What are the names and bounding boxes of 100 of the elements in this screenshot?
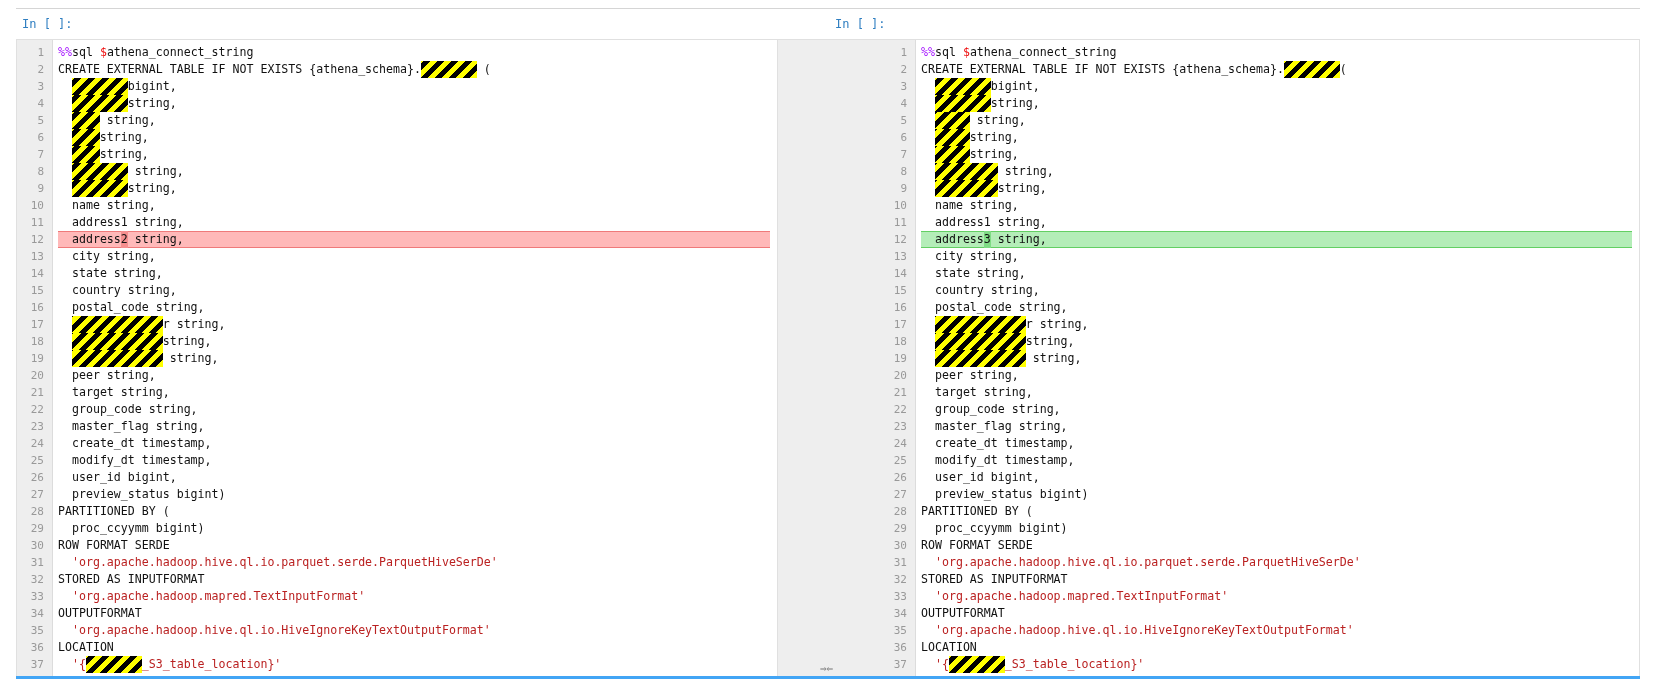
- code-text: string,: [99, 129, 149, 146]
- code-text: _S3_table_location}': [1004, 656, 1145, 673]
- code-text: address1 string,: [70, 214, 184, 231]
- code-text: preview_status bigint): [933, 486, 1089, 503]
- line-number: 28: [29, 504, 45, 520]
- line-number: 34: [29, 606, 45, 622]
- redaction-mark: [71, 78, 128, 95]
- line-number: 12: [892, 232, 908, 248]
- changed-character: 3: [983, 231, 991, 248]
- line-number: 19: [29, 351, 45, 367]
- code-text: peer string,: [933, 367, 1019, 384]
- code-text: country string,: [933, 282, 1040, 299]
- line-number: 15: [29, 283, 45, 299]
- code-text: modify_dt timestamp,: [933, 452, 1075, 469]
- code-text: bigint,: [127, 78, 177, 95]
- line-number: 1: [36, 45, 45, 61]
- code-text: (: [1339, 61, 1347, 78]
- code-text: city string,: [933, 248, 1019, 265]
- code-text: STORED AS INPUTFORMAT: [58, 571, 205, 588]
- line-number: 26: [29, 470, 45, 486]
- code-text: address1 string,: [933, 214, 1047, 231]
- code-text: user_id bigint,: [70, 469, 177, 486]
- line-number: 3: [36, 79, 45, 95]
- code-text: ROW FORMAT SERDE: [921, 537, 1033, 554]
- line-number: 2: [36, 62, 45, 78]
- code-text: string,: [162, 333, 212, 350]
- code-text: preview_status bigint): [70, 486, 226, 503]
- code-text: peer string,: [70, 367, 156, 384]
- code-text: 'org.apache.hadoop.hive.ql.io.parquet.serde.ParquetHiveSerDe': [70, 554, 498, 571]
- code-text: string,: [127, 95, 177, 112]
- line-number: 32: [29, 572, 45, 588]
- code-text: proc_ccyymm bigint): [70, 520, 205, 537]
- code-text: address: [70, 231, 121, 248]
- redaction-mark: [948, 656, 1005, 673]
- line-number: 10: [29, 198, 45, 214]
- redaction-mark: [1283, 61, 1340, 78]
- code-editor[interactable]: [875, 40, 1640, 676]
- line-number: 30: [29, 538, 45, 554]
- line-number: 5: [899, 113, 908, 129]
- line-number: 32: [892, 572, 908, 588]
- code-text: string,: [1025, 333, 1075, 350]
- code-text: string,: [105, 112, 156, 129]
- code-text: %%sql $athena_connect_string: [58, 44, 254, 61]
- changed-character: 2: [120, 231, 128, 248]
- code-text: PARTITIONED BY (: [58, 503, 170, 520]
- line-number: 37: [892, 657, 908, 673]
- line-number: 31: [29, 555, 45, 571]
- code-text: string,: [990, 95, 1040, 112]
- line-number: 20: [892, 368, 908, 384]
- code-text: string,: [127, 180, 177, 197]
- line-number: 25: [29, 453, 45, 469]
- redaction-mark: [71, 129, 100, 146]
- code-editor[interactable]: [16, 40, 778, 676]
- code-text: 'org.apache.hadoop.hive.ql.io.HiveIgnoreKeyTextOutputFormat': [933, 622, 1354, 639]
- line-number: 14: [29, 266, 45, 282]
- code-text: r string,: [162, 316, 226, 333]
- code-text: address: [933, 231, 984, 248]
- line-number: 19: [892, 351, 908, 367]
- line-number: 27: [29, 487, 45, 503]
- line-number: 11: [29, 215, 45, 231]
- redaction-mark: [71, 180, 128, 197]
- line-number: 35: [892, 623, 908, 639]
- line-number: 37: [29, 657, 45, 673]
- code-text: 'org.apache.hadoop.mapred.TextInputFormat': [70, 588, 366, 605]
- line-number: 13: [892, 249, 908, 265]
- line-number: 2: [899, 62, 908, 78]
- line-number: 17: [29, 317, 45, 333]
- line-number: 22: [892, 402, 908, 418]
- code-text: modify_dt timestamp,: [70, 452, 212, 469]
- code-text: OUTPUTFORMAT: [58, 605, 142, 622]
- redaction-mark: [420, 61, 477, 78]
- code-text: city string,: [70, 248, 156, 265]
- line-number: 29: [892, 521, 908, 537]
- code-text: CREATE EXTERNAL TABLE IF NOT EXISTS {athena_schema}.: [921, 61, 1284, 78]
- line-number: 7: [899, 147, 908, 163]
- merge-marker[interactable]: ⇒⇐: [819, 662, 834, 675]
- code-text: 'org.apache.hadoop.hive.ql.io.parquet.serde.ParquetHiveSerDe': [933, 554, 1361, 571]
- line-number: 21: [892, 385, 908, 401]
- redaction-mark: [934, 78, 991, 95]
- code-text: proc_ccyymm bigint): [933, 520, 1068, 537]
- line-number: 18: [29, 334, 45, 350]
- line-number: 36: [892, 640, 908, 656]
- code-text: name string,: [70, 197, 156, 214]
- line-number: 24: [29, 436, 45, 452]
- line-number: 16: [892, 300, 908, 316]
- line-number: 13: [29, 249, 45, 265]
- code-text: group_code string,: [70, 401, 198, 418]
- line-number: 29: [29, 521, 45, 537]
- code-text: string,: [975, 112, 1026, 129]
- code-text: '{: [70, 656, 86, 673]
- code-text: string,: [99, 146, 149, 163]
- line-number: 22: [29, 402, 45, 418]
- line-number: 21: [29, 385, 45, 401]
- code-text: state string,: [70, 265, 163, 282]
- code-text: name string,: [933, 197, 1019, 214]
- line-number: 26: [892, 470, 908, 486]
- code-text: LOCATION: [921, 639, 977, 656]
- line-number: 30: [892, 538, 908, 554]
- line-number: 9: [36, 181, 45, 197]
- code-text: CREATE EXTERNAL TABLE IF NOT EXISTS {athena_schema}.: [58, 61, 421, 78]
